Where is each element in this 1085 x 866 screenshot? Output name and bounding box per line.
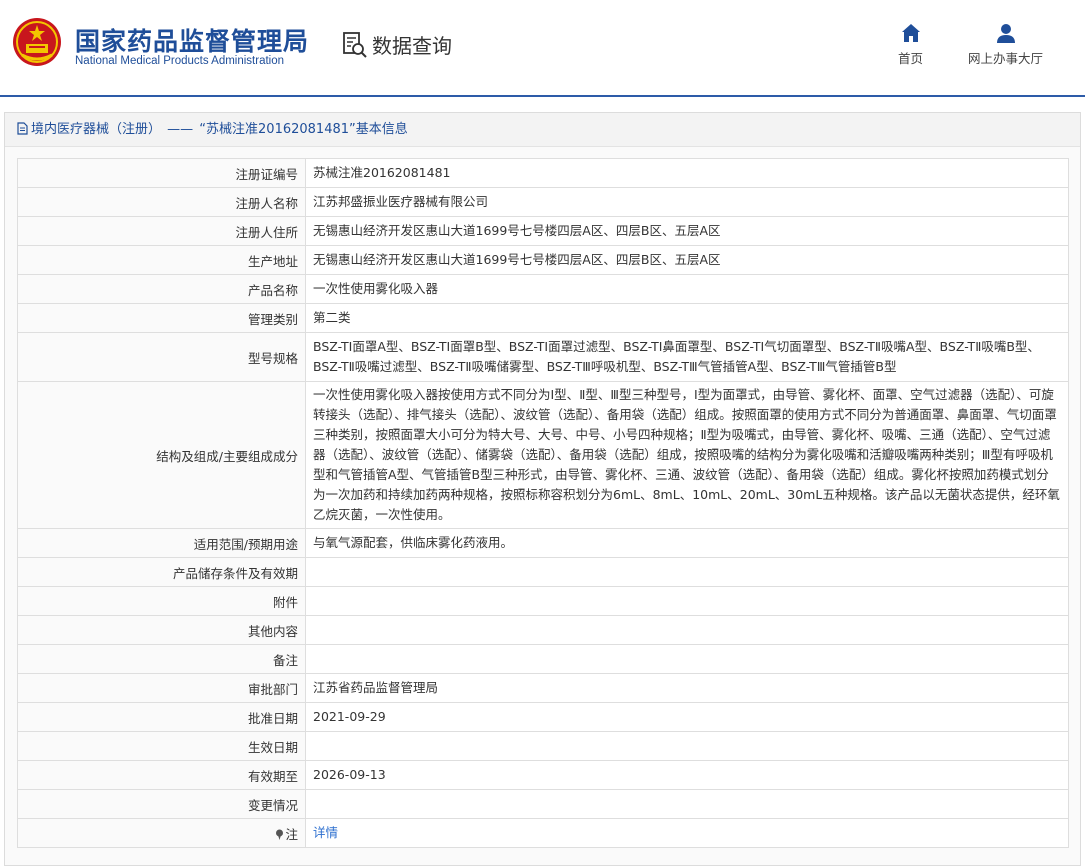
home-icon (901, 24, 920, 42)
table-row: 生产地址 无锡惠山经济开发区惠山大道1699号七号楼四层A区、四层B区、五层A区 (17, 245, 1069, 275)
panel-title: 境内医疗器械（注册） —— “苏械注准20162081481”基本信息 (5, 113, 1080, 147)
details-link[interactable]: 详情 (313, 825, 338, 840)
nav-home-link[interactable]: 首页 (898, 22, 923, 67)
field-label: 审批部门 (17, 673, 306, 703)
field-value: 苏械注准20162081481 (305, 158, 1069, 188)
table-row: 审批部门 江苏省药品监督管理局 (17, 673, 1069, 703)
field-label: 变更情况 (17, 789, 306, 819)
nav-online-hall-label: 网上办事大厅 (968, 51, 1044, 66)
field-value: 2021-09-29 (305, 702, 1069, 732)
info-table: 注册证编号 苏械注准20162081481 注册人名称 江苏邦盛振业医疗器械有限… (17, 158, 1069, 848)
note-label-cell: 注 (17, 818, 306, 848)
panel-category: 境内医疗器械（注册） (31, 122, 162, 137)
table-row: 管理类别 第二类 (17, 303, 1069, 333)
field-label: 有效期至 (17, 760, 306, 790)
document-search-icon (343, 31, 367, 58)
table-row: 附件 (17, 586, 1069, 616)
field-value: 第二类 (305, 303, 1069, 333)
field-label: 生效日期 (17, 731, 306, 761)
field-value: 2026-09-13 (305, 760, 1069, 790)
table-row: 有效期至 2026-09-13 (17, 760, 1069, 790)
table-row: 注册证编号 苏械注准20162081481 (17, 158, 1069, 188)
field-label: 产品名称 (17, 274, 306, 304)
field-label: 适用范围/预期用途 (17, 528, 306, 558)
detail-panel: 境内医疗器械（注册） —— “苏械注准20162081481”基本信息 注册证编… (4, 112, 1081, 866)
field-value: 一次性使用雾化吸入器 (305, 274, 1069, 304)
field-value (305, 644, 1069, 674)
document-icon (17, 122, 28, 135)
table-row: 产品储存条件及有效期 (17, 557, 1069, 587)
table-row: 结构及组成/主要组成成分 一次性使用雾化吸入器按使用方式不同分为Ⅰ型、Ⅱ型、Ⅲ型… (17, 381, 1069, 529)
field-label: 型号规格 (17, 332, 306, 382)
table-row: 变更情况 (17, 789, 1069, 819)
field-value: BSZ-TⅠ面罩A型、BSZ-TⅠ面罩B型、BSZ-TⅠ面罩过滤型、BSZ-TⅠ… (305, 332, 1069, 382)
note-value-cell: 详情 (305, 818, 1069, 848)
note-label: 注 (285, 826, 298, 842)
table-row: 适用范围/预期用途 与氧气源配套，供临床雾化药液用。 (17, 528, 1069, 558)
field-value: 江苏邦盛振业医疗器械有限公司 (305, 187, 1069, 217)
field-value (305, 557, 1069, 587)
panel-separator: —— (167, 122, 194, 137)
national-emblem-icon (13, 18, 61, 66)
table-row: 批准日期 2021-09-29 (17, 702, 1069, 732)
field-label: 管理类别 (17, 303, 306, 333)
field-label: 注册证编号 (17, 158, 306, 188)
field-label: 批准日期 (17, 702, 306, 732)
field-value (305, 615, 1069, 645)
field-label: 产品储存条件及有效期 (17, 557, 306, 587)
table-row: 注 详情 (17, 818, 1069, 848)
field-value: 与氧气源配套，供临床雾化药液用。 (305, 528, 1069, 558)
brand-title: 国家药品监督管理局 (75, 27, 310, 56)
table-row: 备注 (17, 644, 1069, 674)
nav-online-hall-link[interactable]: 网上办事大厅 (968, 22, 1043, 67)
table-row: 型号规格 BSZ-TⅠ面罩A型、BSZ-TⅠ面罩B型、BSZ-TⅠ面罩过滤型、B… (17, 332, 1069, 382)
field-label: 结构及组成/主要组成成分 (17, 381, 306, 529)
nav-home-label: 首页 (898, 51, 924, 66)
field-label: 生产地址 (17, 245, 306, 275)
field-label: 备注 (17, 644, 306, 674)
data-query-heading: 数据查询 (342, 30, 452, 59)
field-value (305, 789, 1069, 819)
field-value: 江苏省药品监督管理局 (305, 673, 1069, 703)
field-value: 无锡惠山经济开发区惠山大道1699号七号楼四层A区、四层B区、五层A区 (305, 245, 1069, 275)
field-label: 注册人住所 (17, 216, 306, 246)
field-value: 一次性使用雾化吸入器按使用方式不同分为Ⅰ型、Ⅱ型、Ⅲ型三种型号，Ⅰ型为面罩式，由… (305, 381, 1069, 529)
site-header: 国家药品监督管理局 National Medical Products Admi… (0, 0, 1085, 97)
field-label: 注册人名称 (17, 187, 306, 217)
field-value (305, 586, 1069, 616)
user-icon (996, 24, 1015, 43)
table-row: 生效日期 (17, 731, 1069, 761)
data-query-label: 数据查询 (372, 34, 452, 58)
brand-subtitle: National Medical Products Administration (75, 55, 285, 67)
table-row: 注册人住所 无锡惠山经济开发区惠山大道1699号七号楼四层A区、四层B区、五层A… (17, 216, 1069, 246)
field-label: 其他内容 (17, 615, 306, 645)
field-label: 附件 (17, 586, 306, 616)
field-value: 无锡惠山经济开发区惠山大道1699号七号楼四层A区、四层B区、五层A区 (305, 216, 1069, 246)
table-row: 注册人名称 江苏邦盛振业医疗器械有限公司 (17, 187, 1069, 217)
pin-icon (276, 829, 284, 840)
panel-record: “苏械注准20162081481”基本信息 (199, 122, 408, 137)
header-divider (0, 95, 1085, 97)
table-row: 产品名称 一次性使用雾化吸入器 (17, 274, 1069, 304)
table-row: 其他内容 (17, 615, 1069, 645)
field-value (305, 731, 1069, 761)
